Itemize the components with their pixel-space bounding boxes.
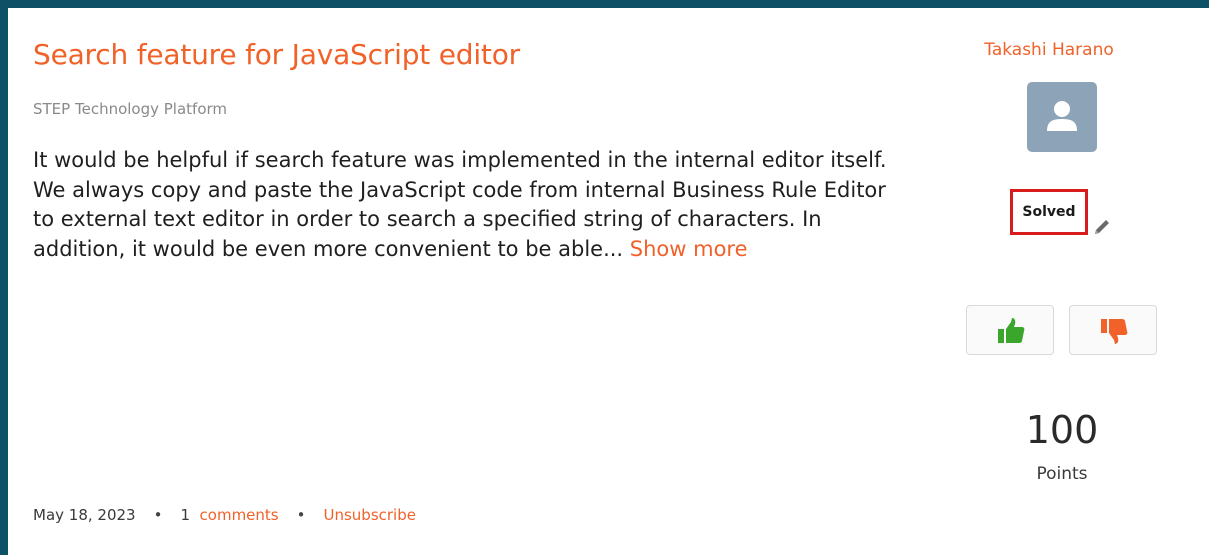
idea-category: STEP Technology Platform [33, 100, 228, 118]
status-badge: Solved [1010, 189, 1088, 235]
comments-link[interactable]: comments [200, 506, 279, 524]
points-label: Points [1036, 464, 1088, 484]
user-icon [1047, 101, 1077, 131]
meta-separator: • [153, 506, 163, 524]
author-name[interactable]: Takashi Harano [970, 40, 1128, 60]
idea-date: May 18, 2023 [33, 506, 136, 524]
points-value: 100 [1025, 408, 1099, 452]
show-more-link[interactable]: Show more [630, 237, 748, 261]
vote-up-button[interactable] [966, 305, 1054, 355]
idea-meta: May 18, 2023 • 1 comments • Unsubscribe [33, 506, 416, 524]
avatar [1027, 82, 1097, 152]
pencil-icon[interactable] [1091, 216, 1113, 238]
thumbs-up-icon [998, 318, 1025, 343]
idea-title[interactable]: Search feature for JavaScript editor [33, 38, 520, 71]
vote-down-button[interactable] [1069, 305, 1157, 355]
unsubscribe-link[interactable]: Unsubscribe [323, 506, 415, 524]
idea-description: It would be helpful if search feature wa… [33, 146, 893, 264]
comments-count: 1 [180, 506, 190, 524]
idea-card: Search feature for JavaScript editor STE… [8, 8, 1209, 555]
thumbs-down-icon [1101, 319, 1128, 344]
description-text: It would be helpful if search feature wa… [33, 148, 887, 261]
meta-separator: • [296, 506, 306, 524]
